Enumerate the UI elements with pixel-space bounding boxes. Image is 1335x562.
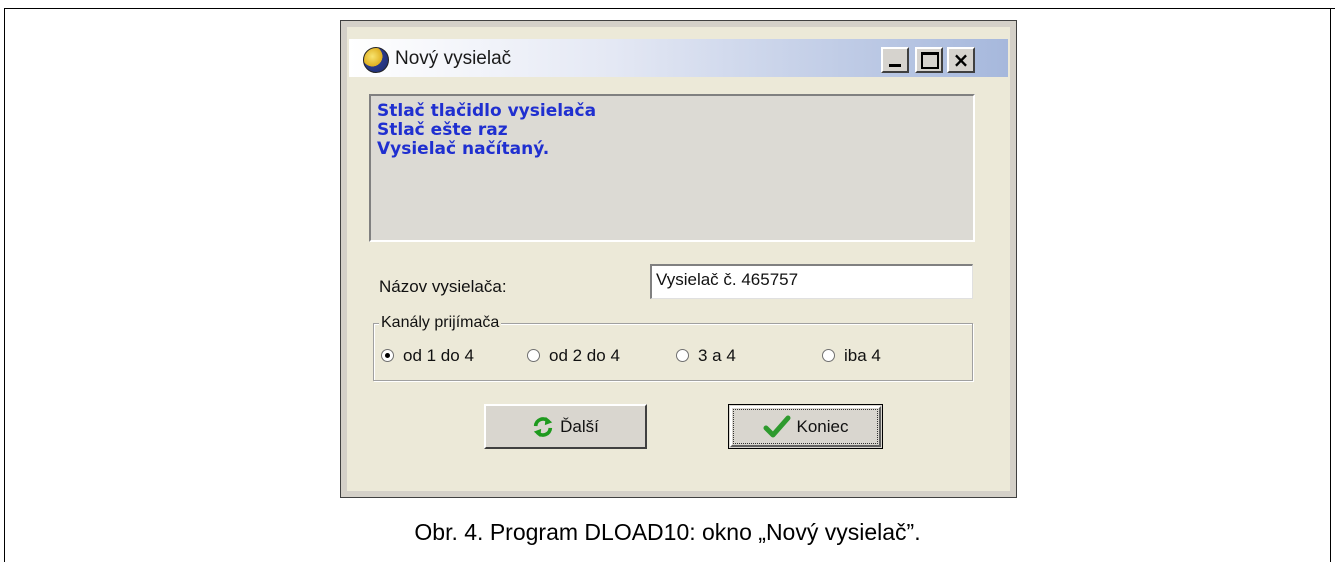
minimize-button[interactable] bbox=[881, 47, 909, 73]
dialog-window: Nový vysielač × Stlač tlačidlo vysielača… bbox=[340, 20, 1017, 498]
radio-icon bbox=[822, 349, 835, 363]
window-title: Nový vysielač bbox=[395, 48, 512, 69]
transmitter-name-label: Názov vysielača: bbox=[379, 277, 507, 296]
radio-channels-3-4[interactable]: 3 a 4 bbox=[676, 346, 736, 366]
finish-button[interactable]: Koniec bbox=[728, 404, 883, 449]
radio-icon bbox=[676, 349, 689, 363]
log-line: Stlač tlačidlo vysielača bbox=[377, 101, 597, 121]
page-frame-right bbox=[1330, 8, 1331, 562]
checkmark-icon bbox=[763, 415, 790, 437]
close-button[interactable]: × bbox=[947, 47, 975, 73]
radio-label: od 2 do 4 bbox=[549, 346, 620, 365]
refresh-icon bbox=[533, 416, 553, 437]
minimize-icon bbox=[889, 64, 901, 67]
maximize-button[interactable] bbox=[915, 47, 943, 73]
log-line: Vysielač načítaný. bbox=[377, 139, 550, 159]
page-frame-top bbox=[4, 8, 1335, 9]
finish-button-label: Koniec bbox=[796, 416, 849, 436]
figure-caption: Obr. 4. Program DLOAD10: okno „Nový vysi… bbox=[414, 519, 921, 545]
transmitter-name-input[interactable]: Vysielač č. 465757 bbox=[650, 264, 973, 299]
radio-label: od 1 do 4 bbox=[403, 346, 474, 365]
page-frame-left bbox=[4, 8, 5, 562]
next-button-label: Ďalší bbox=[560, 416, 599, 436]
log-line: Stlač ešte raz bbox=[377, 120, 508, 140]
radio-icon bbox=[381, 349, 394, 363]
radio-label: iba 4 bbox=[844, 346, 881, 365]
maximize-icon bbox=[921, 52, 939, 69]
app-globe-icon bbox=[363, 47, 389, 73]
radio-label: 3 a 4 bbox=[698, 346, 736, 365]
radio-channels-4-only[interactable]: iba 4 bbox=[822, 346, 881, 366]
channels-legend: Kanály prijímača bbox=[379, 314, 502, 332]
next-button[interactable]: Ďalší bbox=[484, 404, 647, 449]
radio-icon bbox=[527, 349, 540, 363]
status-log: Stlač tlačidlo vysielača Stlač ešte raz … bbox=[369, 94, 975, 242]
radio-channels-2-4[interactable]: od 2 do 4 bbox=[527, 346, 620, 366]
radio-channels-1-4[interactable]: od 1 do 4 bbox=[381, 346, 474, 366]
close-icon: × bbox=[952, 48, 970, 72]
